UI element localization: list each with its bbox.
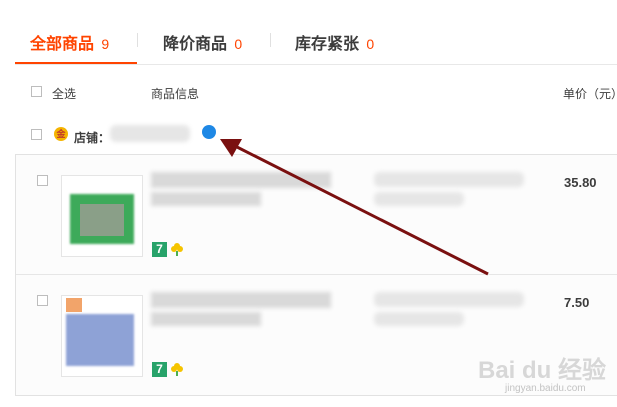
annotation-arrow-icon [220, 139, 489, 276]
watermark-subtext: jingyan.baidu.com [505, 383, 586, 394]
watermark-logo: Bai du 经验 [478, 357, 607, 384]
